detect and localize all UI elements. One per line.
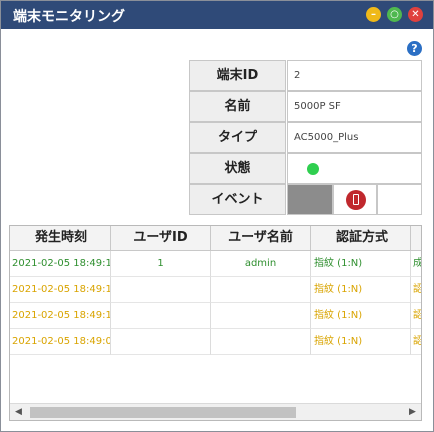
cell-user-name	[211, 303, 311, 329]
device-name-label: 名前	[189, 91, 286, 122]
device-id-value: 2	[287, 60, 422, 91]
cell-time: 2021-02-05 18:49:13	[10, 303, 111, 329]
device-status-value	[287, 153, 422, 184]
scroll-left-icon[interactable]: ◀	[10, 404, 27, 420]
device-event-label: イベント	[189, 184, 286, 215]
cell-user-name	[211, 277, 311, 303]
help-icon[interactable]: ?	[407, 41, 422, 56]
cell-auth-method: 指紋 (1:N)	[311, 303, 411, 329]
device-alert-icon[interactable]	[346, 190, 366, 210]
table-row[interactable]: 2021-02-05 18:49:19 1 admin 指紋 (1:N) 成	[10, 251, 421, 277]
cell-user-name	[211, 329, 311, 355]
terminal-monitoring-window: 端末モニタリング – ○ ✕ ? 端末ID 2 名前 5000P SF タイプ …	[0, 0, 434, 432]
event-empty-cell	[377, 184, 422, 215]
cell-auth-method: 指紋 (1:N)	[311, 251, 411, 277]
phone-glyph	[353, 194, 359, 205]
cell-time: 2021-02-05 18:49:16	[10, 277, 111, 303]
device-type-value: AC5000_Plus	[287, 122, 422, 153]
cell-auth-method: 指紋 (1:N)	[311, 277, 411, 303]
cell-result: 認	[411, 277, 421, 303]
column-header-result[interactable]	[411, 226, 421, 250]
cell-user-id	[111, 303, 211, 329]
cell-auth-method: 指紋 (1:N)	[311, 329, 411, 355]
device-id-label: 端末ID	[189, 60, 286, 91]
close-button[interactable]: ✕	[408, 7, 423, 22]
window-title: 端末モニタリング	[13, 9, 125, 25]
cell-user-id	[111, 329, 211, 355]
table-row[interactable]: 2021-02-05 18:49:16 指紋 (1:N) 認	[10, 277, 421, 303]
cell-time: 2021-02-05 18:49:19	[10, 251, 111, 277]
device-status-label: 状態	[189, 153, 286, 184]
cell-user-id	[111, 277, 211, 303]
scrollbar-thumb[interactable]	[30, 407, 296, 418]
maximize-button[interactable]: ○	[387, 7, 402, 22]
table-row[interactable]: 2021-02-05 18:49:08 指紋 (1:N) 認	[10, 329, 421, 355]
event-log-table: 発生時刻 ユーザID ユーザ名前 認証方式 2021-02-05 18:49:1…	[9, 225, 422, 421]
table-row[interactable]: 2021-02-05 18:49:13 指紋 (1:N) 認	[10, 303, 421, 329]
scroll-right-icon[interactable]: ▶	[404, 404, 421, 420]
cell-time: 2021-02-05 18:49:08	[10, 329, 111, 355]
event-indicator	[287, 184, 333, 215]
column-header-user-id[interactable]: ユーザID	[111, 226, 211, 250]
column-header-auth-method[interactable]: 認証方式	[311, 226, 411, 250]
cell-result: 認	[411, 329, 421, 355]
cell-user-id: 1	[111, 251, 211, 277]
status-online-icon	[307, 163, 319, 175]
table-header: 発生時刻 ユーザID ユーザ名前 認証方式	[10, 226, 421, 251]
title-bar[interactable]: 端末モニタリング – ○ ✕	[1, 1, 433, 29]
device-type-label: タイプ	[189, 122, 286, 153]
device-name-value: 5000P SF	[287, 91, 422, 122]
minimize-button[interactable]: –	[366, 7, 381, 22]
horizontal-scrollbar[interactable]: ◀ ▶	[10, 403, 421, 420]
event-alert-cell[interactable]	[333, 184, 377, 215]
column-header-user-name[interactable]: ユーザ名前	[211, 226, 311, 250]
cell-result: 認	[411, 303, 421, 329]
cell-result: 成	[411, 251, 421, 277]
cell-user-name: admin	[211, 251, 311, 277]
column-header-time[interactable]: 発生時刻	[10, 226, 111, 250]
